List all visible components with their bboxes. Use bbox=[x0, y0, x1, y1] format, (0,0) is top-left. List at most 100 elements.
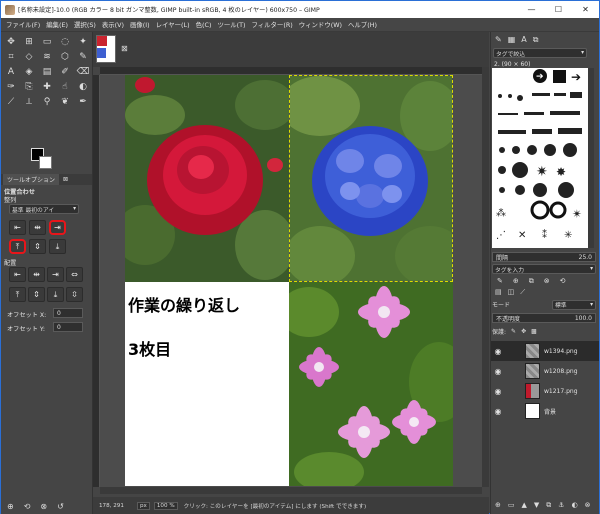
text-tool-icon[interactable]: A bbox=[2, 64, 20, 79]
eye-icon[interactable]: ◉ bbox=[491, 367, 505, 376]
align-middle-v-button[interactable]: ⇕ bbox=[29, 239, 46, 254]
menu-file[interactable]: ファイル(F) bbox=[3, 20, 43, 29]
align-center-h-button[interactable]: ⇹ bbox=[29, 220, 46, 235]
anchor-layer-icon[interactable]: ⚓ bbox=[558, 501, 564, 510]
menu-layer[interactable]: レイヤー(L) bbox=[153, 20, 193, 29]
duplicate-brush-icon[interactable]: ⧉ bbox=[529, 277, 534, 286]
tag-filter-input[interactable]: タグで絞込 ▾ bbox=[493, 48, 587, 58]
spacing-slider[interactable]: 間隔 25.0 bbox=[492, 252, 596, 262]
align-bottom-edge-button[interactable]: ⤓ bbox=[49, 239, 66, 254]
menu-windows[interactable]: ウィンドウ(W) bbox=[296, 20, 345, 29]
lock-position-icon[interactable]: ✥ bbox=[521, 328, 526, 335]
dodge-burn-icon[interactable]: ◐ bbox=[74, 79, 92, 94]
tab-tool-options[interactable]: ツールオプション bbox=[3, 174, 60, 185]
align-top-edge-button[interactable]: ⤒ bbox=[9, 239, 26, 254]
align-left-edge-button[interactable]: ⇤ bbox=[9, 220, 26, 235]
paths-tool-icon[interactable]: ✎ bbox=[74, 49, 92, 64]
brushes-tab-icon[interactable]: ✎ bbox=[495, 35, 502, 45]
save-options-icon[interactable]: ⊕ bbox=[7, 502, 14, 511]
paintbrush-icon[interactable]: ✐ bbox=[56, 64, 74, 79]
menu-help[interactable]: ヘルプ(H) bbox=[345, 20, 380, 29]
brush-grid[interactable]: ➔ ➔ ✷ ✸ ⁂ ✴ ⋰ ✕ ⁑ ✳ bbox=[492, 68, 588, 248]
fonts-tab-icon[interactable]: A bbox=[521, 35, 526, 45]
layer-row[interactable]: ◉ w1208.png bbox=[491, 361, 599, 381]
menu-edit[interactable]: 編集(E) bbox=[43, 20, 71, 29]
move-tool-icon[interactable]: ✥ bbox=[2, 34, 20, 49]
fuzzy-select-icon[interactable]: ✦ bbox=[74, 34, 92, 49]
eye-icon[interactable]: ◉ bbox=[491, 407, 505, 416]
paths-tab-icon[interactable]: ⟋ bbox=[520, 288, 525, 296]
layer-row[interactable]: ◉ 背景 bbox=[491, 401, 599, 421]
reset-options-icon[interactable]: ↺ bbox=[57, 502, 64, 511]
maximize-button[interactable]: ☐ bbox=[545, 1, 572, 18]
layers-tab-icon[interactable]: ▤ bbox=[495, 288, 502, 296]
distribute-v-gap-button[interactable]: ⇳ bbox=[66, 287, 83, 302]
close-image-icon[interactable]: ⊠ bbox=[121, 44, 128, 53]
close-button[interactable]: ✕ bbox=[572, 1, 599, 18]
image-tab-thumbnail[interactable] bbox=[96, 35, 116, 63]
ink-tool-icon[interactable]: ❦ bbox=[56, 94, 74, 109]
menu-image[interactable]: 画像(I) bbox=[127, 20, 153, 29]
align-target-dropdown[interactable]: 基準 最初のアイ ▾ bbox=[9, 204, 79, 214]
channels-tab-icon[interactable]: ◫ bbox=[508, 288, 515, 296]
horizontal-scrollbar[interactable] bbox=[100, 487, 482, 494]
menu-select[interactable]: 選択(S) bbox=[71, 20, 99, 29]
new-layer-icon[interactable]: ⊕ bbox=[495, 501, 501, 510]
eraser-icon[interactable]: ⌫ bbox=[74, 64, 92, 79]
distribute-left-button[interactable]: ⇤ bbox=[9, 267, 26, 282]
unified-transform-icon[interactable]: ◇ bbox=[20, 49, 38, 64]
airbrush-icon[interactable]: ✑ bbox=[2, 79, 20, 94]
layer-row[interactable]: ◉ w1217.png bbox=[491, 381, 599, 401]
opacity-slider[interactable]: 不透明度 100.0 bbox=[492, 313, 596, 323]
new-group-icon[interactable]: ▭ bbox=[508, 501, 515, 510]
color-picker-icon[interactable]: ⟋ bbox=[2, 94, 20, 109]
vertical-scrollbar[interactable] bbox=[482, 67, 489, 487]
background-color[interactable] bbox=[39, 156, 52, 169]
cage-tool-icon[interactable]: ⬡ bbox=[56, 49, 74, 64]
bucket-fill-icon[interactable]: ◈ bbox=[20, 64, 38, 79]
layer-row[interactable]: ◉ w1394.png bbox=[491, 341, 599, 361]
offset-x-spinner[interactable]: 0 bbox=[53, 308, 83, 318]
delete-options-icon[interactable]: ⊗ bbox=[40, 502, 47, 511]
restore-options-icon[interactable]: ⟲ bbox=[24, 502, 31, 511]
menu-colors[interactable]: 色(C) bbox=[193, 20, 215, 29]
mode-dropdown[interactable]: 標準 ▾ bbox=[552, 299, 596, 310]
distribute-center-h-button[interactable]: ⇹ bbox=[28, 267, 45, 282]
menu-tools[interactable]: ツール(T) bbox=[214, 20, 248, 29]
gradient-tool-icon[interactable]: ▤ bbox=[38, 64, 56, 79]
edit-brush-icon[interactable]: ✎ bbox=[497, 277, 503, 286]
minimize-button[interactable]: — bbox=[518, 1, 545, 18]
distribute-h-gap-button[interactable]: ⇔ bbox=[66, 267, 83, 282]
document-history-icon[interactable]: ⧉ bbox=[533, 35, 539, 45]
brush-tag-input[interactable]: タグを入力 ▾ bbox=[492, 264, 596, 274]
zoom-dropdown[interactable]: 100 % bbox=[153, 501, 178, 510]
tab-close-icon[interactable]: ⊠ bbox=[59, 174, 72, 185]
heal-tool-icon[interactable]: ✚ bbox=[38, 79, 56, 94]
unit-dropdown[interactable]: px bbox=[137, 501, 150, 510]
rect-select-icon[interactable]: ▭ bbox=[38, 34, 56, 49]
distribute-top-button[interactable]: ⤒ bbox=[9, 287, 26, 302]
offset-y-spinner[interactable]: 0 bbox=[53, 322, 83, 332]
new-brush-icon[interactable]: ⊕ bbox=[513, 277, 519, 286]
smudge-tool-icon[interactable]: ☝ bbox=[56, 79, 74, 94]
crop-tool-icon[interactable]: ⌗ bbox=[2, 49, 20, 64]
measure-tool-icon[interactable]: ⟂ bbox=[20, 94, 38, 109]
warp-tool-icon[interactable]: ≋ bbox=[38, 49, 56, 64]
zoom-tool-icon[interactable]: ⚲ bbox=[38, 94, 56, 109]
mypaint-brush-icon[interactable]: ✒ bbox=[74, 94, 92, 109]
distribute-middle-v-button[interactable]: ⇕ bbox=[28, 287, 45, 302]
eye-icon[interactable]: ◉ bbox=[491, 347, 505, 356]
patterns-tab-icon[interactable]: ▦ bbox=[508, 35, 516, 45]
eye-icon[interactable]: ◉ bbox=[491, 387, 505, 396]
align-tool-icon[interactable]: ⊞ bbox=[20, 34, 38, 49]
brush-scrollbar[interactable] bbox=[588, 68, 594, 248]
lock-alpha-icon[interactable]: ▩ bbox=[531, 328, 537, 335]
delete-brush-icon[interactable]: ⊗ bbox=[544, 277, 550, 286]
mask-layer-icon[interactable]: ◐ bbox=[572, 501, 578, 510]
delete-layer-icon[interactable]: ⊗ bbox=[585, 501, 591, 510]
duplicate-layer-icon[interactable]: ⧉ bbox=[546, 501, 551, 510]
raise-layer-icon[interactable]: ▲ bbox=[522, 501, 527, 510]
distribute-right-button[interactable]: ⇥ bbox=[47, 267, 64, 282]
clone-tool-icon[interactable]: ⎘ bbox=[20, 79, 38, 94]
lower-layer-icon[interactable]: ▼ bbox=[534, 501, 539, 510]
